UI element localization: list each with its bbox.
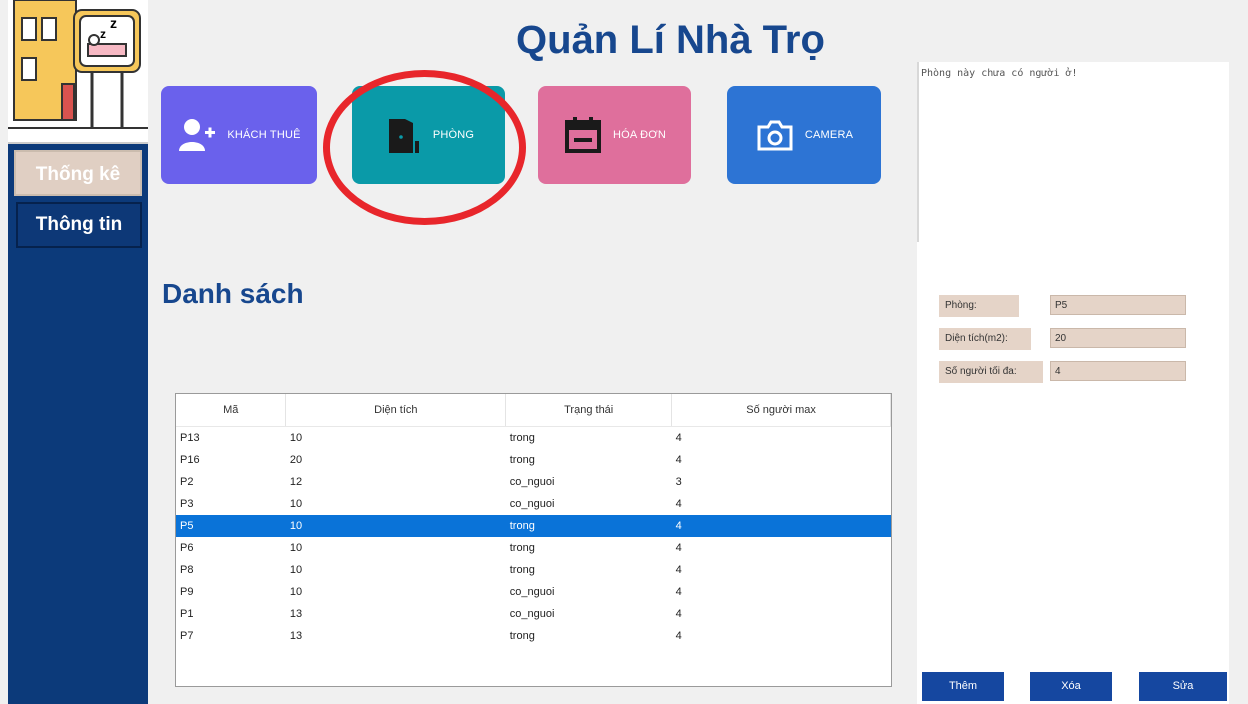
cell-trang-thai: trong [509, 564, 535, 576]
status-message: Phòng này chưa có người ở! [921, 68, 1078, 79]
cell-so-nguoi-max: 4 [675, 586, 682, 598]
table-row[interactable]: P6 10 trong 4 [176, 537, 891, 559]
svg-text:z: z [110, 15, 117, 31]
table-row[interactable]: P8 10 trong 4 [176, 559, 891, 581]
room-table: Mã Diện tích Trạng thái Số người max P13… [175, 393, 892, 687]
delete-button[interactable]: Xóa [1030, 672, 1112, 701]
cell-ma: P3 [180, 498, 194, 510]
sidebar-item-thong-ke[interactable]: Thống kê [14, 150, 142, 196]
cell-so-nguoi-max: 4 [675, 542, 682, 554]
cell-trang-thai: trong [505, 515, 672, 537]
cell-dien-tich: 10 [289, 586, 303, 598]
nav-camera-button[interactable]: CAMERA [727, 86, 881, 184]
cell-ma: P7 [180, 630, 194, 642]
cell-trang-thai: trong [509, 454, 535, 466]
cell-ma: P16 [180, 454, 200, 466]
add-button[interactable]: Thêm [922, 672, 1004, 701]
cell-trang-thai: trong [509, 630, 535, 642]
cell-so-nguoi-max: 4 [675, 564, 682, 576]
nav-label: PHÒNG [432, 129, 475, 141]
cell-trang-thai: co_nguoi [509, 608, 555, 620]
column-header-so-nguoi-max[interactable]: Số người max [671, 394, 891, 427]
table-row[interactable]: P13 10 trong 4 [176, 427, 891, 450]
door-icon [388, 119, 419, 153]
table-row[interactable]: P7 13 trong 4 [176, 625, 891, 647]
cell-trang-thai: co_nguoi [509, 498, 555, 510]
svg-text:z: z [100, 27, 106, 41]
cell-dien-tich: 13 [289, 630, 303, 642]
app-title: Quản Lí Nhà Trọ [516, 18, 825, 62]
cell-so-nguoi-max: 4 [675, 608, 682, 620]
cell-trang-thai: trong [509, 542, 535, 554]
cell-dien-tich: 12 [289, 476, 303, 488]
cell-dien-tich: 20 [289, 454, 303, 466]
cell-so-nguoi-max: 4 [675, 630, 682, 642]
cell-so-nguoi-max: 4 [675, 454, 682, 466]
table-row[interactable]: P16 20 trong 4 [176, 449, 891, 471]
cell-ma: P13 [180, 432, 200, 444]
cell-dien-tich: 10 [285, 515, 506, 537]
column-header-dien-tich[interactable]: Diện tích [285, 394, 507, 427]
cell-ma: P1 [180, 608, 194, 620]
column-header-trang-thai[interactable]: Trạng thái [505, 394, 673, 427]
sidebar-item-label: Thông tin [35, 214, 123, 235]
add-user-icon [179, 119, 216, 151]
nav-hoa-don-button[interactable]: HÓA ĐƠN [538, 86, 691, 184]
detail-panel [917, 62, 1229, 704]
label-phong: Phòng: [939, 295, 1019, 317]
column-header-ma[interactable]: Mã [176, 394, 287, 427]
nav-label: CAMERA [804, 129, 854, 141]
cell-ma: P2 [180, 476, 194, 488]
dien-tich-input[interactable] [1050, 328, 1186, 348]
sidebar-item-label: Thống kê [35, 164, 121, 185]
hotel-sleep-icon: z z [8, 0, 148, 129]
cell-dien-tich: 10 [289, 542, 303, 554]
cell-ma: P8 [180, 564, 194, 576]
nav-label: KHÁCH THUÊ [227, 129, 301, 141]
nav-khach-thue-button[interactable]: KHÁCH THUÊ [161, 86, 317, 184]
table-row[interactable]: P3 10 co_nguoi 4 [176, 493, 891, 515]
label-dien-tich: Diện tích(m2): [939, 328, 1031, 350]
cell-dien-tich: 10 [289, 498, 303, 510]
cell-so-nguoi-max: 4 [675, 498, 682, 510]
label-so-nguoi-toi-da: Số người tối đa: [939, 361, 1043, 383]
cell-trang-thai: co_nguoi [509, 586, 555, 598]
cell-ma: P5 [176, 515, 286, 537]
table-row[interactable]: P9 10 co_nguoi 4 [176, 581, 891, 603]
cell-dien-tich: 10 [289, 432, 303, 444]
cell-dien-tich: 10 [289, 564, 303, 576]
camera-icon [757, 120, 793, 151]
cell-trang-thai: co_nguoi [509, 476, 555, 488]
section-title: Danh sách [162, 278, 304, 309]
cell-trang-thai: trong [509, 432, 535, 444]
app-logo: z z [8, 0, 148, 144]
cell-so-nguoi-max: 4 [675, 432, 682, 444]
cell-so-nguoi-max: 4 [671, 515, 891, 537]
cell-ma: P6 [180, 542, 194, 554]
cell-so-nguoi-max: 3 [675, 476, 682, 488]
nav-phong-button[interactable]: PHÒNG [352, 86, 505, 184]
table-row-selected[interactable]: P5 10 trong 4 [176, 515, 891, 537]
edit-button[interactable]: Sửa [1139, 672, 1227, 701]
nav-label: HÓA ĐƠN [612, 129, 666, 141]
cell-ma: P9 [180, 586, 194, 598]
sidebar-item-thong-tin[interactable]: Thông tin [16, 202, 142, 248]
table-row[interactable]: P1 13 co_nguoi 4 [176, 603, 891, 625]
table-header-row: Mã Diện tích Trạng thái Số người max [176, 394, 891, 427]
app-window: z z Thống kê Thông tin Quản Lí Nhà Trọ K… [0, 0, 1248, 704]
so-nguoi-toi-da-input[interactable] [1050, 361, 1186, 381]
table-row[interactable]: P2 12 co_nguoi 3 [176, 471, 891, 493]
message-box-border [917, 62, 919, 242]
cell-dien-tich: 13 [289, 608, 303, 620]
calendar-icon [564, 117, 601, 153]
phong-input[interactable] [1050, 295, 1186, 315]
